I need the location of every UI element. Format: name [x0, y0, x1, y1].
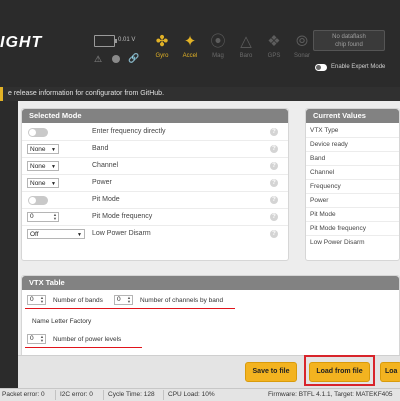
mag-icon: ⦿ [210, 33, 226, 50]
status-bar: Packet error: 0 I2C error: 0 Cycle Time:… [0, 388, 400, 401]
channel-select[interactable]: None ▼ [27, 161, 59, 171]
name-letter-factory-label: Name Letter Factory [32, 318, 92, 325]
status-dot-icon [112, 55, 120, 63]
gps-icon: ❖ [267, 33, 281, 50]
help-icon[interactable]: ? [270, 128, 278, 136]
status-divider [103, 390, 104, 400]
current-value-row: Band [306, 152, 399, 166]
sensor-mag: ⦿ Mag [210, 33, 226, 59]
dropdown-caret-icon: ▼ [51, 147, 56, 153]
firmware-status: Firmware: BTFL 4.1.1, Target: MATEKF405 [268, 391, 393, 398]
cpu-load-status: CPU Load: 10% [168, 391, 215, 398]
expert-mode-switch[interactable] [315, 64, 327, 71]
packet-error-status: Packet error: 0 [2, 391, 45, 398]
current-value-row: Pit Mode frequency [306, 222, 399, 236]
row-pit-mode: Pit Mode ? [22, 192, 288, 209]
annotation-highlight-box [304, 355, 375, 386]
sensor-sonar: ⦾ Sonar [293, 33, 310, 59]
gyro-icon: ✤ [155, 33, 169, 50]
status-divider [163, 390, 164, 400]
current-value-row: Low Power Disarm [310, 239, 365, 246]
current-value-row: Channel [306, 166, 399, 180]
status-divider [55, 390, 56, 400]
dropdown-caret-icon: ▼ [51, 181, 56, 187]
i2c-error-status: I2C error: 0 [60, 391, 93, 398]
row-band: None ▼ Band ? [22, 141, 288, 158]
number-of-power-levels-label: Number of power levels [53, 336, 122, 343]
help-icon[interactable]: ? [270, 162, 278, 170]
band-select[interactable]: None ▼ [27, 144, 59, 154]
sensor-baro: △ Baro [234, 28, 258, 68]
current-value-row: Frequency [306, 180, 399, 194]
sidebar-strip [0, 101, 18, 388]
number-of-channels-input[interactable]: 0 ▲ ▼ [114, 295, 133, 305]
current-value-row: Power [306, 194, 399, 208]
dropdown-caret-icon: ▼ [77, 232, 82, 238]
help-icon[interactable]: ? [270, 230, 278, 238]
row-channel: None ▼ Channel ? [22, 158, 288, 175]
accel-icon: ✦ [183, 33, 197, 50]
annotation-underline [25, 308, 235, 309]
row-enter-frequency: Enter frequency directly ? [22, 124, 288, 141]
row-pit-mode-frequency: 0 ▲ ▼ Pit Mode frequency ? [22, 209, 288, 226]
app-logo: IGHT [0, 34, 43, 51]
power-select[interactable]: None ▼ [27, 178, 59, 188]
warning-icon: ⚠ [94, 54, 103, 64]
dataflash-status: No dataflash chip found [313, 30, 385, 51]
vtx-table-panel: VTX Table 0 ▲ ▼ Number of bands 0 ▲ ▼ Number… [21, 275, 400, 359]
cycle-time-status: Cycle Time: 128 [108, 391, 155, 398]
vtx-table-title: VTX Table [22, 276, 399, 290]
current-values-title: Current Values [306, 109, 399, 123]
battery-voltage: 0.01 V [118, 37, 136, 43]
help-icon[interactable]: ? [270, 179, 278, 187]
current-value-row: Device ready [306, 138, 399, 152]
current-value-row: Pit Mode [306, 208, 399, 222]
number-of-bands-label: Number of bands [53, 297, 103, 304]
selected-mode-title: Selected Mode [22, 109, 288, 123]
help-icon[interactable]: ? [270, 145, 278, 153]
enter-frequency-toggle[interactable] [28, 128, 48, 137]
spinner-icon: ▲ ▼ [40, 334, 44, 343]
sonar-icon: ⦾ [295, 33, 308, 50]
number-of-power-levels-input[interactable]: 0 ▲ ▼ [27, 334, 46, 344]
release-notice: e release information for configurator f… [0, 87, 400, 101]
notice-accent [0, 87, 3, 101]
sensor-accel: ✦ Accel [182, 33, 198, 59]
spinner-icon: ▲ ▼ [53, 212, 57, 221]
low-power-disarm-select[interactable]: Off ▼ [27, 229, 85, 239]
pit-mode-toggle[interactable] [28, 196, 48, 205]
sensor-gyro: ✤ Gyro [150, 28, 174, 68]
spinner-icon: ▲ ▼ [127, 295, 131, 304]
baro-icon: △ [240, 33, 252, 50]
selected-mode-panel: Selected Mode Enter frequency directly ?… [21, 108, 289, 261]
save-to-file-button[interactable]: Save to file [245, 362, 297, 382]
spinner-icon: ▲ ▼ [40, 295, 44, 304]
battery-icon [94, 35, 117, 47]
help-icon[interactable]: ? [270, 213, 278, 221]
sensor-gps: ❖ GPS [262, 28, 286, 68]
pit-mode-frequency-input[interactable]: 0 ▲ ▼ [27, 212, 59, 222]
number-of-channels-label: Number of channels by band [140, 297, 224, 304]
help-icon[interactable]: ? [270, 196, 278, 204]
load-button-partial[interactable]: Loa [380, 362, 400, 382]
dropdown-caret-icon: ▼ [51, 164, 56, 170]
row-low-power-disarm: Off ▼ Low Power Disarm ? [22, 226, 288, 243]
number-of-bands-input[interactable]: 0 ▲ ▼ [27, 295, 46, 305]
link-icon: 🔗 [128, 53, 140, 63]
row-power: None ▼ Power ? [22, 175, 288, 192]
current-values-panel: Current Values VTX Type Device ready Ban… [305, 108, 400, 261]
annotation-underline [25, 347, 142, 348]
current-value-row: VTX Type [306, 124, 399, 138]
